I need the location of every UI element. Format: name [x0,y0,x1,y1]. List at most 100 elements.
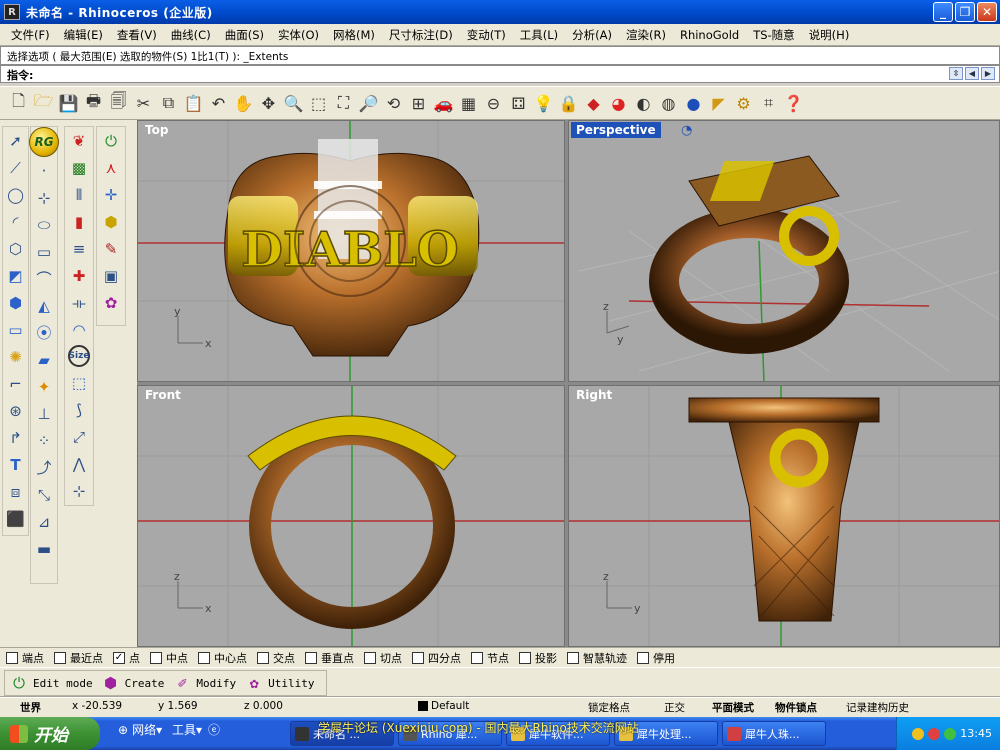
title-bar[interactable]: R 未命名 - Rhinoceros (企业版) _ ❐ ✕ [0,0,1000,24]
copy-icon[interactable]: ⧉ [156,91,181,116]
tab-create[interactable]: ⬢ Create [101,673,164,693]
command-line[interactable]: 指令: ⇳ ◀ ▶ [0,65,1000,83]
ring-wizard-icon[interactable]: ❦ [66,127,93,154]
osnap-checkbox[interactable] [519,651,531,664]
polyline-icon[interactable]: ⟋ [2,154,29,181]
mesh-icon[interactable]: ⊛ [2,397,29,424]
monitor-icon[interactable]: ▣ [98,262,125,289]
fillet-icon[interactable]: ⌐ [2,370,29,397]
car-icon[interactable]: 🚗 [431,91,456,116]
menu-transform[interactable]: 变动(T) [460,27,513,43]
viewport-label-perspective[interactable]: Perspective [571,122,661,138]
project-icon[interactable]: ⊿ [31,508,58,535]
zoom-window-icon[interactable]: ⬚ [306,91,331,116]
plane-icon[interactable]: ▰ [31,346,58,373]
osnap-near[interactable]: 最近点 [54,650,103,666]
rail-icon[interactable]: ⤡ [31,481,58,508]
menu-surface[interactable]: 曲面(S) [218,27,271,43]
box-icon[interactable]: ⬢ [2,289,29,316]
bend-icon[interactable]: ⟆ [66,396,93,423]
osnap-project[interactable]: 投影 [519,650,557,666]
curve-tools-icon[interactable]: ↱ [2,424,29,451]
menu-rhinogold[interactable]: RhinoGold [673,28,746,42]
cube-yellow-icon[interactable]: ⬢ [98,208,125,235]
tray-icon[interactable] [912,727,925,740]
menu-ts[interactable]: TS-随意 [746,27,801,43]
osnap-point[interactable]: ✓ 点 [113,650,140,666]
spheres-icon[interactable]: ⦿ [31,319,58,346]
tray-icon[interactable] [944,727,957,740]
menu-edit[interactable]: 编辑(E) [57,27,110,43]
menu-render[interactable]: 渲染(R) [619,27,673,43]
curve-icon[interactable]: ⌒ [31,265,58,292]
cube-icon[interactable]: ⬚ [66,369,93,396]
four-viewports-icon[interactable]: ⊞ [406,91,431,116]
zoom-icon[interactable]: 🔍 [281,91,306,116]
color-wheel-icon[interactable]: ◕ [606,91,631,116]
gem-icon[interactable]: ✦ [31,373,58,400]
viewport-label-right[interactable]: Right [571,387,617,403]
status-grid-snap[interactable]: 锁定格点 [588,700,630,715]
status-layer[interactable]: Default [418,700,469,712]
paste-icon[interactable]: 📋 [181,91,206,116]
viewport-top[interactable]: Top DIABLO y x [137,120,565,382]
taper-icon[interactable]: ⋀ [66,450,93,477]
osnap-center[interactable]: 中心点 [198,650,247,666]
pan-hand-icon[interactable]: ✋ [231,91,256,116]
rotate-view-icon[interactable]: ✥ [256,91,281,116]
page-setup-icon[interactable]: 🗐 [106,91,131,116]
status-osnap[interactable]: 物件锁点 [775,700,817,715]
move-icon[interactable]: ✚ [66,262,93,289]
quicklaunch-network[interactable]: ⊕ 网络 ▾ [118,721,162,738]
circle-icon[interactable]: ◯ [2,181,29,208]
select-points-icon[interactable]: ⚃ [506,91,531,116]
osnap-checkbox[interactable] [305,651,317,664]
gumball-icon[interactable]: ✛ [98,181,125,208]
open-folder-icon[interactable]: 🗁 [31,91,56,116]
boolean-icon[interactable]: ✺ [2,343,29,370]
minimize-button[interactable]: _ [933,2,953,22]
osnap-checkbox[interactable] [198,651,210,664]
print-icon[interactable]: 🖶 [81,91,106,116]
pipe-icon[interactable]: ▮ [66,208,93,235]
viewport-front[interactable]: Front z x [137,385,565,647]
solid-box-icon[interactable]: ⬛ [2,505,29,532]
shaded-sphere-icon[interactable]: ◐ [631,91,656,116]
grid-icon[interactable]: ▦ [456,91,481,116]
cplane-icon[interactable]: ⊖ [481,91,506,116]
scale-icon[interactable]: ⤢ [66,423,93,450]
light-bulb-icon[interactable]: 💡 [531,91,556,116]
menu-view[interactable]: 查看(V) [110,27,164,43]
offset-icon[interactable]: ≡ [66,235,93,262]
osnap-checkbox[interactable] [150,651,162,664]
menu-mesh[interactable]: 网格(M) [326,27,382,43]
rhino-icon[interactable]: R [4,4,20,20]
undo-view-icon[interactable]: ⟲ [381,91,406,116]
flag-icon[interactable]: ◤ [706,91,731,116]
scroll-up-icon[interactable]: ⇳ [949,67,963,80]
osnap-checkbox[interactable] [567,651,579,664]
gizmo-icon[interactable]: ⊹ [66,477,93,504]
polygon-icon[interactable]: ⬡ [2,235,29,262]
lock-icon[interactable]: 🔒 [556,91,581,116]
gear-icon[interactable]: ⚙ [731,91,756,116]
tray-icon[interactable] [928,727,941,740]
scroll-left-icon[interactable]: ◀ [965,67,979,80]
dots-icon[interactable]: ⁘ [31,427,58,454]
viewport-label-front[interactable]: Front [140,387,186,403]
osnap-knot[interactable]: 节点 [471,650,509,666]
viewport-right[interactable]: Right z y [568,385,1000,647]
wireframe-sphere-icon[interactable]: ◍ [656,91,681,116]
cut-icon[interactable]: ✂ [131,91,156,116]
new-file-icon[interactable]: 🗋 [6,91,31,116]
menu-tools[interactable]: 工具(L) [513,27,565,43]
tab-edit-mode[interactable]: ⏻ Edit mode [9,673,93,693]
viewport-perspective[interactable]: Perspective ◔ z y [568,120,1000,382]
osnap-checkbox[interactable] [471,651,483,664]
close-button[interactable]: ✕ [977,2,997,22]
mirror-icon[interactable]: ⟛ [66,289,93,316]
status-planar[interactable]: 平面模式 [712,700,754,715]
viewport-label-top[interactable]: Top [140,122,173,138]
osnap-intersection[interactable]: 交点 [257,650,295,666]
text-icon[interactable]: T [2,451,29,478]
